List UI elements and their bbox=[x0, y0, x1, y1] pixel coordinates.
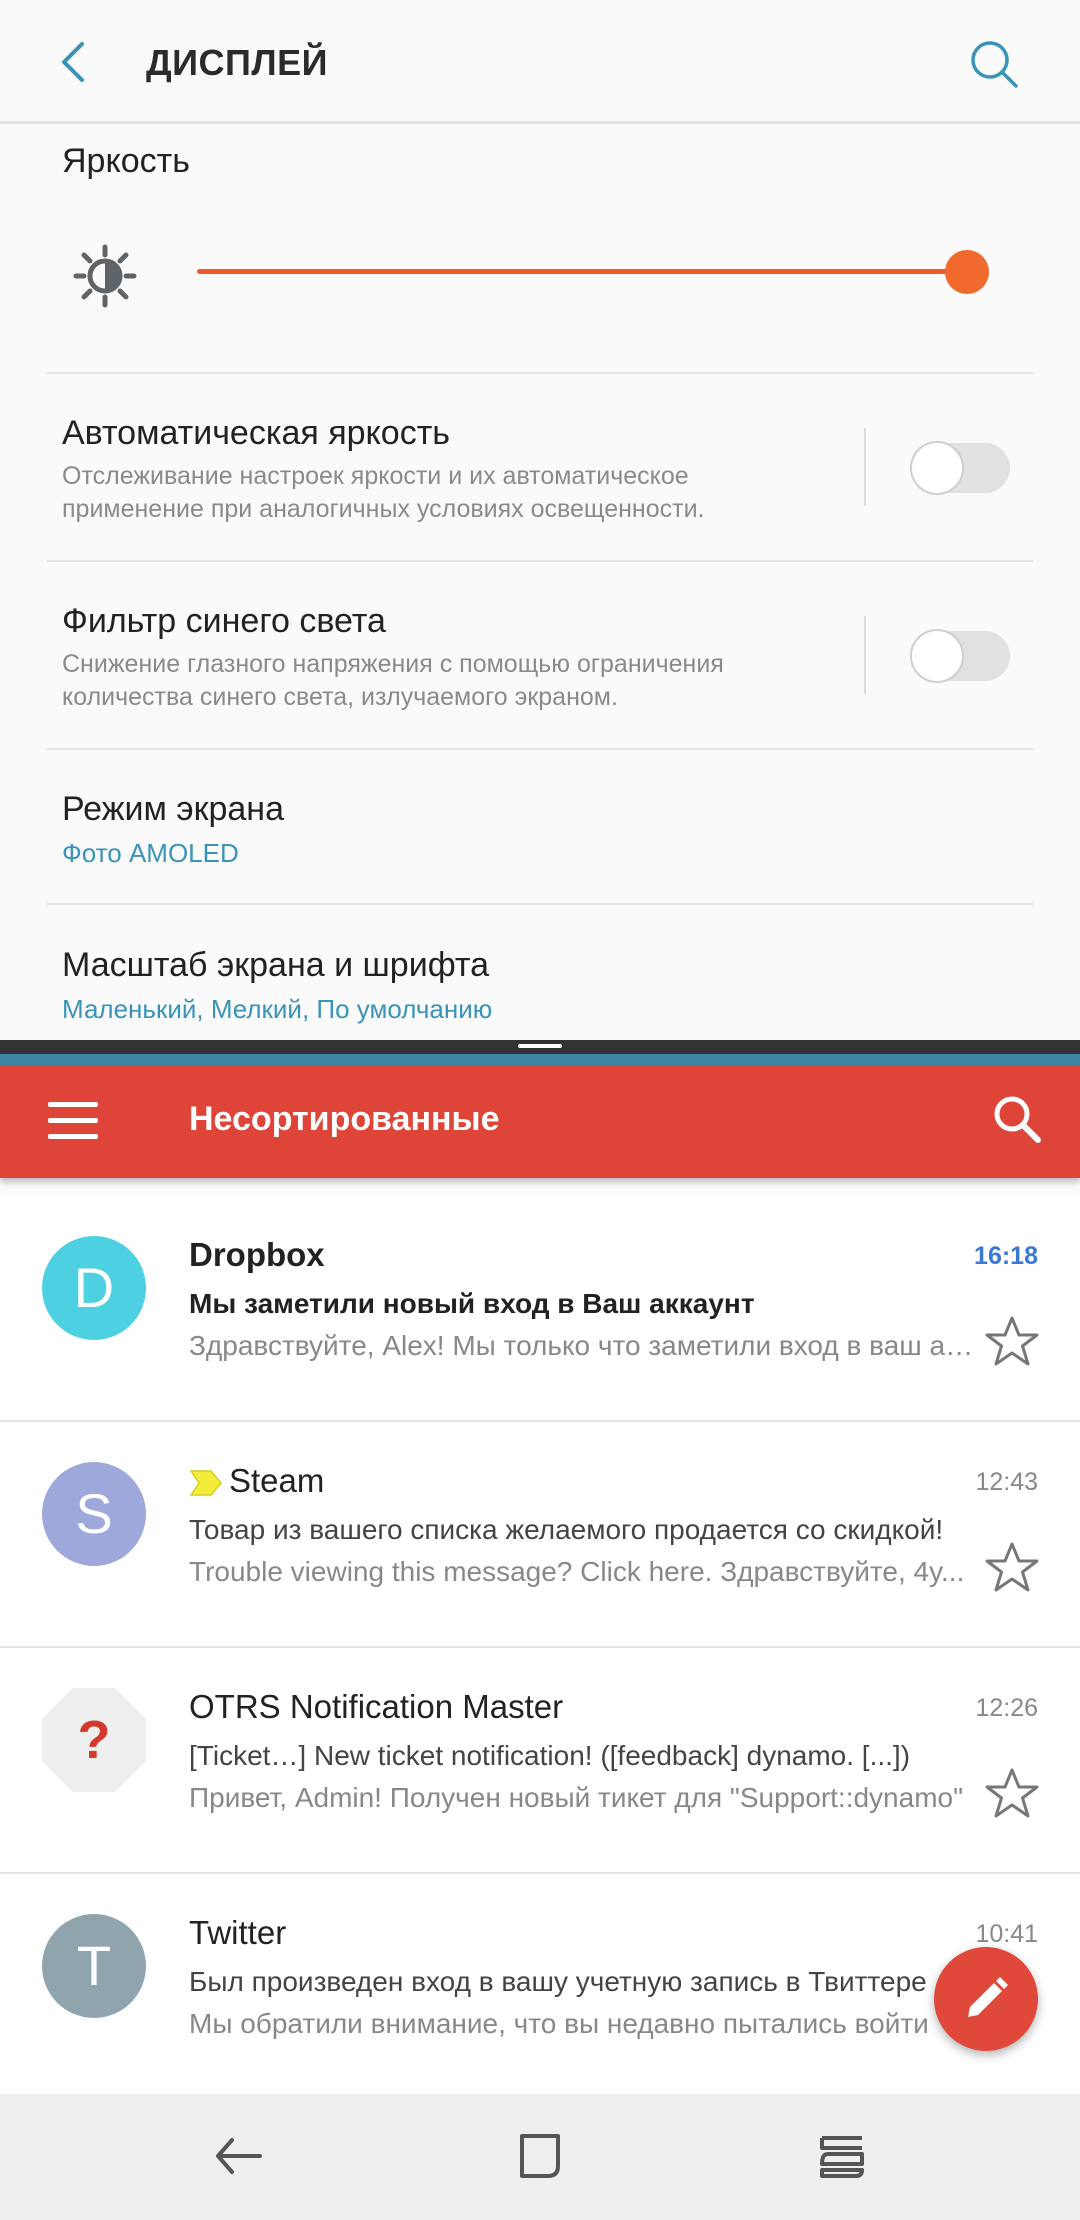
message-sender: Twitter bbox=[189, 1914, 287, 1951]
star-button[interactable] bbox=[984, 1314, 1040, 1370]
hamburger-icon bbox=[48, 1102, 98, 1107]
screen-zoom-value: Маленький, Мелкий, По умолчанию bbox=[62, 994, 493, 1024]
brightness-label: Яркость bbox=[62, 142, 190, 180]
message-preview: Мы обратили внимание, что вы недавно пыт… bbox=[189, 2008, 929, 2039]
star-outline-icon bbox=[985, 1768, 1039, 1818]
message-row-otrs[interactable]: ? OTRS Notification Master 12:26 [Ticket… bbox=[0, 1648, 1080, 1874]
hamburger-icon bbox=[48, 1134, 98, 1139]
page-title: ДИСПЛЕЙ bbox=[146, 42, 329, 83]
avatar[interactable]: D bbox=[42, 1236, 146, 1340]
important-label-icon bbox=[189, 1470, 222, 1497]
message-subject: Был произведен вход в вашу учетную запис… bbox=[189, 1966, 927, 1997]
pencil-icon bbox=[968, 1977, 1008, 2017]
message-subject: Товар из вашего списка желаемого продает… bbox=[189, 1514, 944, 1545]
compose-button[interactable] bbox=[934, 1947, 1038, 2051]
search-icon bbox=[994, 1096, 1041, 1143]
vertical-separator bbox=[864, 616, 866, 694]
search-icon bbox=[971, 41, 1018, 88]
message-row-steam[interactable]: S Steam 12:43 Товар из вашего списка жел… bbox=[0, 1422, 1080, 1648]
screen-zoom-title: Масштаб экрана и шрифта bbox=[62, 946, 490, 984]
divider bbox=[47, 748, 1033, 750]
auto-brightness-title: Автоматическая яркость bbox=[62, 414, 450, 452]
split-grip-handle[interactable] bbox=[518, 1044, 562, 1048]
divider bbox=[47, 903, 1033, 905]
message-subject: Мы заметили новый вход в Ваш аккаунт bbox=[189, 1288, 755, 1319]
nav-back-button[interactable] bbox=[210, 2126, 270, 2186]
mail-toolbar: Несортированные bbox=[0, 1066, 1080, 1178]
star-button[interactable] bbox=[984, 1540, 1040, 1596]
menu-button[interactable] bbox=[48, 1102, 100, 1142]
mail-search-button[interactable] bbox=[990, 1092, 1046, 1148]
toggle-knob bbox=[910, 441, 964, 495]
divider bbox=[47, 560, 1033, 562]
recents-icon bbox=[820, 2136, 864, 2178]
message-sender: Dropbox bbox=[189, 1236, 325, 1273]
message-row-twitter[interactable]: T Twitter 10:41 Был произведен вход в ва… bbox=[0, 1874, 1080, 2094]
message-preview: Trouble viewing this message? Click here… bbox=[189, 1556, 965, 1587]
message-sender: OTRS Notification Master bbox=[189, 1688, 564, 1725]
brightness-sun-icon bbox=[72, 243, 138, 309]
back-arrow-icon bbox=[216, 2138, 262, 2174]
split-screen-divider[interactable] bbox=[0, 1040, 1080, 1054]
blue-light-filter-title: Фильтр синего света bbox=[62, 602, 386, 640]
vertical-separator bbox=[864, 428, 866, 506]
back-button[interactable] bbox=[52, 36, 100, 88]
settings-header: ДИСПЛЕЙ bbox=[0, 0, 1080, 124]
home-square-icon bbox=[520, 2134, 560, 2178]
status-strip bbox=[0, 1054, 1080, 1066]
system-navigation-bar bbox=[0, 2094, 1080, 2220]
star-outline-icon bbox=[985, 1316, 1039, 1366]
avatar[interactable]: ? bbox=[42, 1688, 146, 1792]
toggle-knob bbox=[910, 629, 964, 683]
message-row-dropbox[interactable]: D Dropbox 16:18 Мы заметили новый вход в… bbox=[0, 1196, 1080, 1422]
folder-title: Несортированные bbox=[189, 1100, 500, 1138]
message-subject: [Ticket…] New ticket notification! ([fee… bbox=[189, 1740, 911, 1771]
auto-brightness-toggle[interactable] bbox=[910, 441, 1010, 495]
nav-home-button[interactable] bbox=[510, 2126, 570, 2186]
nav-recents-button[interactable] bbox=[812, 2126, 872, 2186]
blue-light-filter-toggle[interactable] bbox=[910, 629, 1010, 683]
auto-brightness-description: Отслеживание настроек яркости и их автом… bbox=[62, 462, 705, 523]
settings-search-button[interactable] bbox=[966, 36, 1022, 92]
message-sender-line: Steam bbox=[189, 1462, 324, 1500]
screen-mode-title: Режим экрана bbox=[62, 790, 284, 828]
message-preview: Здравствуйте, Alex! Мы только что замети… bbox=[189, 1330, 979, 1361]
message-time: 12:43 bbox=[975, 1468, 1038, 1496]
avatar[interactable]: T bbox=[42, 1914, 146, 2018]
message-time: 12:26 bbox=[975, 1694, 1038, 1722]
star-button[interactable] bbox=[984, 1766, 1040, 1822]
blue-light-filter-description: Снижение глазного напряжения с помощью о… bbox=[62, 650, 724, 711]
chevron-left-icon bbox=[62, 42, 84, 82]
message-list: D Dropbox 16:18 Мы заметили новый вход в… bbox=[0, 1196, 1080, 2094]
avatar[interactable]: S bbox=[42, 1462, 146, 1566]
message-time: 10:41 bbox=[975, 1920, 1038, 1948]
brightness-slider-track[interactable] bbox=[197, 269, 967, 274]
message-sender: Steam bbox=[229, 1462, 325, 1499]
screen-mode-value: Фото AMOLED bbox=[62, 838, 239, 868]
star-outline-icon bbox=[985, 1542, 1039, 1592]
settings-pane: ДИСПЛЕЙ Яркость Автоматическая яркость О… bbox=[0, 0, 1080, 1040]
brightness-slider-thumb[interactable] bbox=[945, 250, 989, 294]
divider bbox=[47, 372, 1033, 374]
hamburger-icon bbox=[48, 1118, 98, 1123]
message-preview: Привет, Admin! Получен новый тикет для "… bbox=[189, 1782, 964, 1813]
message-time: 16:18 bbox=[974, 1242, 1038, 1270]
